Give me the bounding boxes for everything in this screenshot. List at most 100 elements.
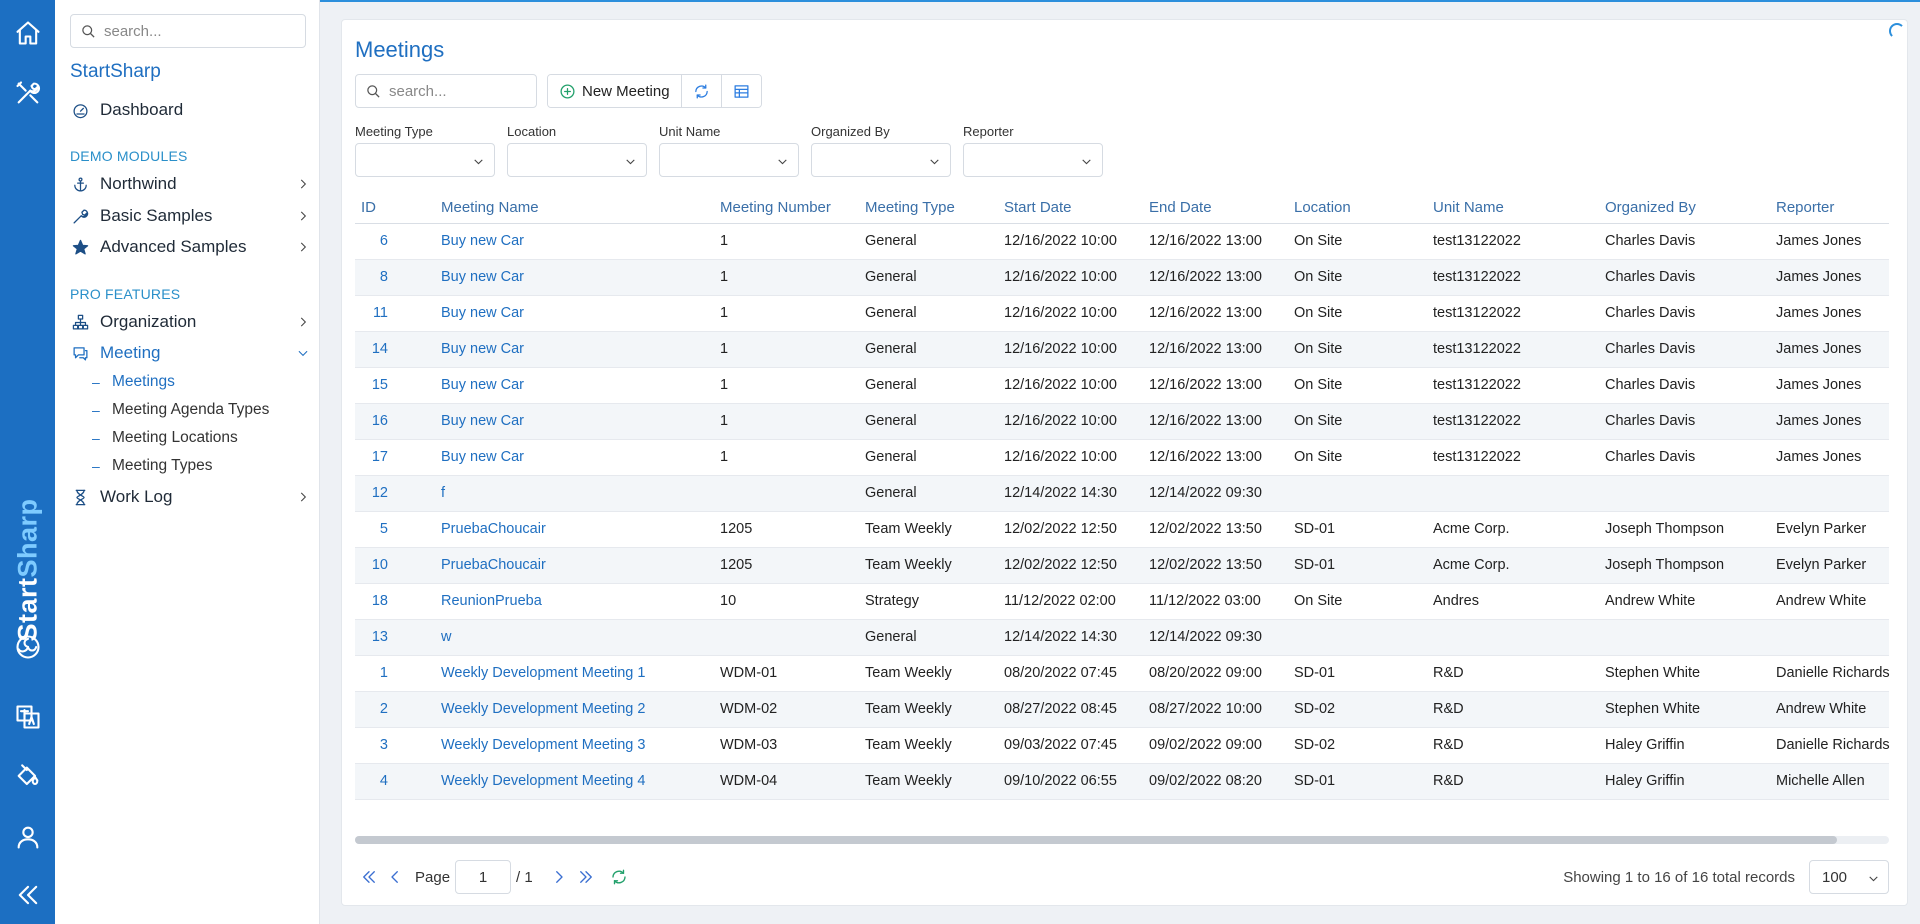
page-number-input[interactable]: [455, 860, 511, 894]
tools-icon[interactable]: [13, 78, 43, 108]
cell-meeting-name[interactable]: w: [441, 629, 451, 645]
table-row[interactable]: 1 Weekly Development Meeting 1 WDM-01 Team …: [355, 656, 1890, 692]
column-header-location[interactable]: Location: [1294, 199, 1351, 216]
table-row[interactable]: 16 Buy new Car 1 General 12/16/2022 10:00 12/…: [355, 404, 1889, 440]
cell-meeting-name[interactable]: Buy new Car: [441, 377, 524, 393]
table-row[interactable]: 12 f General 12/14/2022 14:30 12/14/2022 09:…: [355, 476, 1889, 512]
sidebar-item-organization[interactable]: Organization: [70, 308, 310, 336]
cell-meeting-type: General: [865, 629, 917, 645]
refresh-button[interactable]: [681, 75, 722, 107]
cell-meeting-name[interactable]: Buy new Car: [441, 269, 524, 285]
first-page-icon[interactable]: [358, 866, 380, 888]
location-select[interactable]: [507, 143, 647, 177]
cell-end-date: 12/14/2022 09:30: [1149, 629, 1262, 645]
table-row[interactable]: 18 ReunionPrueba 10 Strategy 11/12/2022 02:0…: [355, 584, 1889, 620]
sidebar-subitem-meetings[interactable]: – Meetings: [92, 371, 175, 393]
table-row[interactable]: 6 Buy new Car 1 General 12/16/2022 10:00 12/1…: [355, 224, 1889, 260]
sidebar-subitem-agenda-types[interactable]: – Meeting Agenda Types: [92, 399, 269, 421]
sidebar-item-advanced-samples[interactable]: Advanced Samples: [70, 233, 310, 261]
cell-meeting-name[interactable]: ReunionPrueba: [441, 593, 542, 609]
cell-location: SD-01: [1294, 665, 1336, 681]
chevron-right-icon: [296, 240, 310, 254]
cell-meeting-number: 1: [720, 449, 729, 465]
cell-meeting-name[interactable]: Weekly Development Meeting 1: [441, 665, 645, 681]
column-header-end-date[interactable]: End Date: [1149, 199, 1212, 216]
cell-meeting-name[interactable]: PruebaChoucair: [441, 521, 546, 537]
cell-meeting-name[interactable]: Weekly Development Meeting 4: [441, 773, 645, 789]
table-row[interactable]: 11 Buy new Car 1 General 12/16/2022 10:00 12/…: [355, 296, 1889, 332]
chevron-down-icon: [930, 159, 939, 165]
column-header-id[interactable]: ID: [361, 199, 376, 216]
meeting-type-select[interactable]: [355, 143, 495, 177]
last-page-icon[interactable]: [575, 866, 597, 888]
scrollbar-thumb[interactable]: [355, 836, 1837, 844]
cell-meeting-name[interactable]: Buy new Car: [441, 413, 524, 429]
column-header-unit-name[interactable]: Unit Name: [1433, 199, 1504, 216]
new-meeting-button[interactable]: New Meeting: [548, 75, 682, 107]
cell-start-date: 08/27/2022 08:45: [1004, 701, 1117, 717]
sidebar-item-work-log[interactable]: Work Log: [70, 483, 310, 511]
cell-meeting-name[interactable]: Weekly Development Meeting 3: [441, 737, 645, 753]
column-header-meeting-name[interactable]: Meeting Name: [441, 199, 539, 216]
sidebar-item-meeting[interactable]: Meeting: [70, 339, 310, 367]
table-row[interactable]: 17 Buy new Car 1 General 12/16/2022 10:00 12/…: [355, 440, 1889, 476]
sidebar-subitem-label: Meeting Agenda Types: [112, 401, 270, 418]
organized-by-select[interactable]: [811, 143, 951, 177]
cell-end-date: 12/16/2022 13:00: [1149, 305, 1262, 321]
cell-meeting-name[interactable]: Buy new Car: [441, 233, 524, 249]
cell-meeting-number: WDM-02: [720, 701, 778, 717]
column-header-reporter[interactable]: Reporter: [1776, 199, 1834, 216]
home-icon[interactable]: [13, 18, 43, 48]
table-row[interactable]: 13 w General 12/14/2022 14:30 12/14/2022 09:…: [355, 620, 1889, 656]
unit-name-select[interactable]: [659, 143, 799, 177]
cell-unit-name: Acme Corp.: [1433, 557, 1510, 573]
cell-meeting-name[interactable]: PruebaChoucair: [441, 557, 546, 573]
table-row[interactable]: 8 Buy new Car 1 General 12/16/2022 10:00 12/1…: [355, 260, 1889, 296]
table-row[interactable]: 15 Buy new Car 1 General 12/16/2022 10:00 12/…: [355, 368, 1889, 404]
cell-reporter: Evelyn Parker: [1776, 521, 1867, 537]
horizontal-scrollbar[interactable]: [355, 836, 1889, 844]
sidebar-item-northwind[interactable]: Northwind: [70, 170, 310, 198]
grid-search[interactable]: [355, 74, 537, 108]
sidebar-item-dashboard[interactable]: Dashboard: [70, 96, 310, 124]
column-picker-button[interactable]: [721, 75, 761, 107]
sidebar-search[interactable]: [70, 14, 306, 48]
column-header-start-date[interactable]: Start Date: [1004, 199, 1072, 216]
cell-organized-by: Charles Davis: [1605, 305, 1696, 321]
sidebar-subitem-types[interactable]: – Meeting Types: [92, 455, 213, 477]
page-size-select[interactable]: 100: [1809, 860, 1889, 894]
loading-bar: [320, 0, 1920, 2]
cell-meeting-name[interactable]: Weekly Development Meeting 2: [441, 701, 645, 717]
previous-page-icon[interactable]: [384, 866, 406, 888]
sidebar-subitem-locations[interactable]: – Meeting Locations: [92, 427, 238, 449]
collapse-icon[interactable]: [13, 880, 43, 910]
column-header-organized-by[interactable]: Organized By: [1605, 199, 1696, 216]
paint-bucket-icon[interactable]: [13, 762, 43, 792]
table-row[interactable]: 10 PruebaChoucair 1205 Team Weekly 12/02/202…: [355, 548, 1889, 584]
grid-search-input[interactable]: [389, 82, 529, 100]
reporter-select[interactable]: [963, 143, 1103, 177]
cell-meeting-name[interactable]: f: [441, 485, 445, 501]
reload-icon[interactable]: [608, 866, 630, 888]
cell-id: 15: [371, 377, 388, 393]
user-icon[interactable]: [13, 822, 43, 852]
column-header-meeting-type[interactable]: Meeting Type: [865, 199, 955, 216]
table-row[interactable]: 5 PruebaChoucair 1205 Team Weekly 12/02/2022…: [355, 512, 1889, 548]
translate-icon[interactable]: [13, 702, 43, 732]
pager: Page / 1 Showing 1 to 16 of 16 total rec…: [355, 860, 1889, 896]
cell-meeting-name[interactable]: Buy new Car: [441, 341, 524, 357]
sidebar-search-input[interactable]: [104, 22, 294, 40]
table-row[interactable]: 2 Weekly Development Meeting 2 WDM-02 Team …: [355, 692, 1889, 728]
cell-location: On Site: [1294, 233, 1343, 249]
cell-start-date: 12/02/2022 12:50: [1004, 521, 1117, 537]
table-row[interactable]: 3 Weekly Development Meeting 3 WDM-03 Team …: [355, 728, 1890, 764]
sidebar-item-basic-samples[interactable]: Basic Samples: [70, 202, 310, 230]
next-page-icon[interactable]: [548, 866, 570, 888]
table-row[interactable]: 4 Weekly Development Meeting 4 WDM-04 Team …: [355, 764, 1889, 800]
table-row[interactable]: 14 Buy new Car 1 General 12/16/2022 10:00 12/…: [355, 332, 1889, 368]
cell-location: SD-01: [1294, 521, 1336, 537]
search-icon: [82, 24, 95, 38]
column-header-meeting-number[interactable]: Meeting Number: [720, 199, 831, 216]
cell-meeting-name[interactable]: Buy new Car: [441, 305, 524, 321]
cell-meeting-name[interactable]: Buy new Car: [441, 449, 524, 465]
